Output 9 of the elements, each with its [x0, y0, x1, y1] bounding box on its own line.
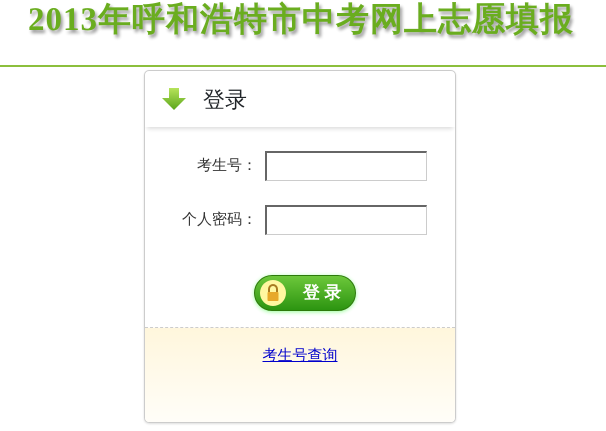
input-field[interactable]: [265, 205, 427, 235]
field-label: 个人密码：: [181, 210, 257, 230]
student-number-lookup-link[interactable]: 考生号查询: [262, 347, 338, 364]
lock-icon: [259, 279, 287, 307]
panel-heading: 登录: [203, 86, 247, 114]
field-label: 考生号：: [196, 156, 257, 176]
input-field[interactable]: [265, 151, 427, 181]
page-title: 2013年呼和浩特市中考网上志愿填报: [28, 0, 574, 40]
down-arrow-icon: [161, 87, 187, 111]
